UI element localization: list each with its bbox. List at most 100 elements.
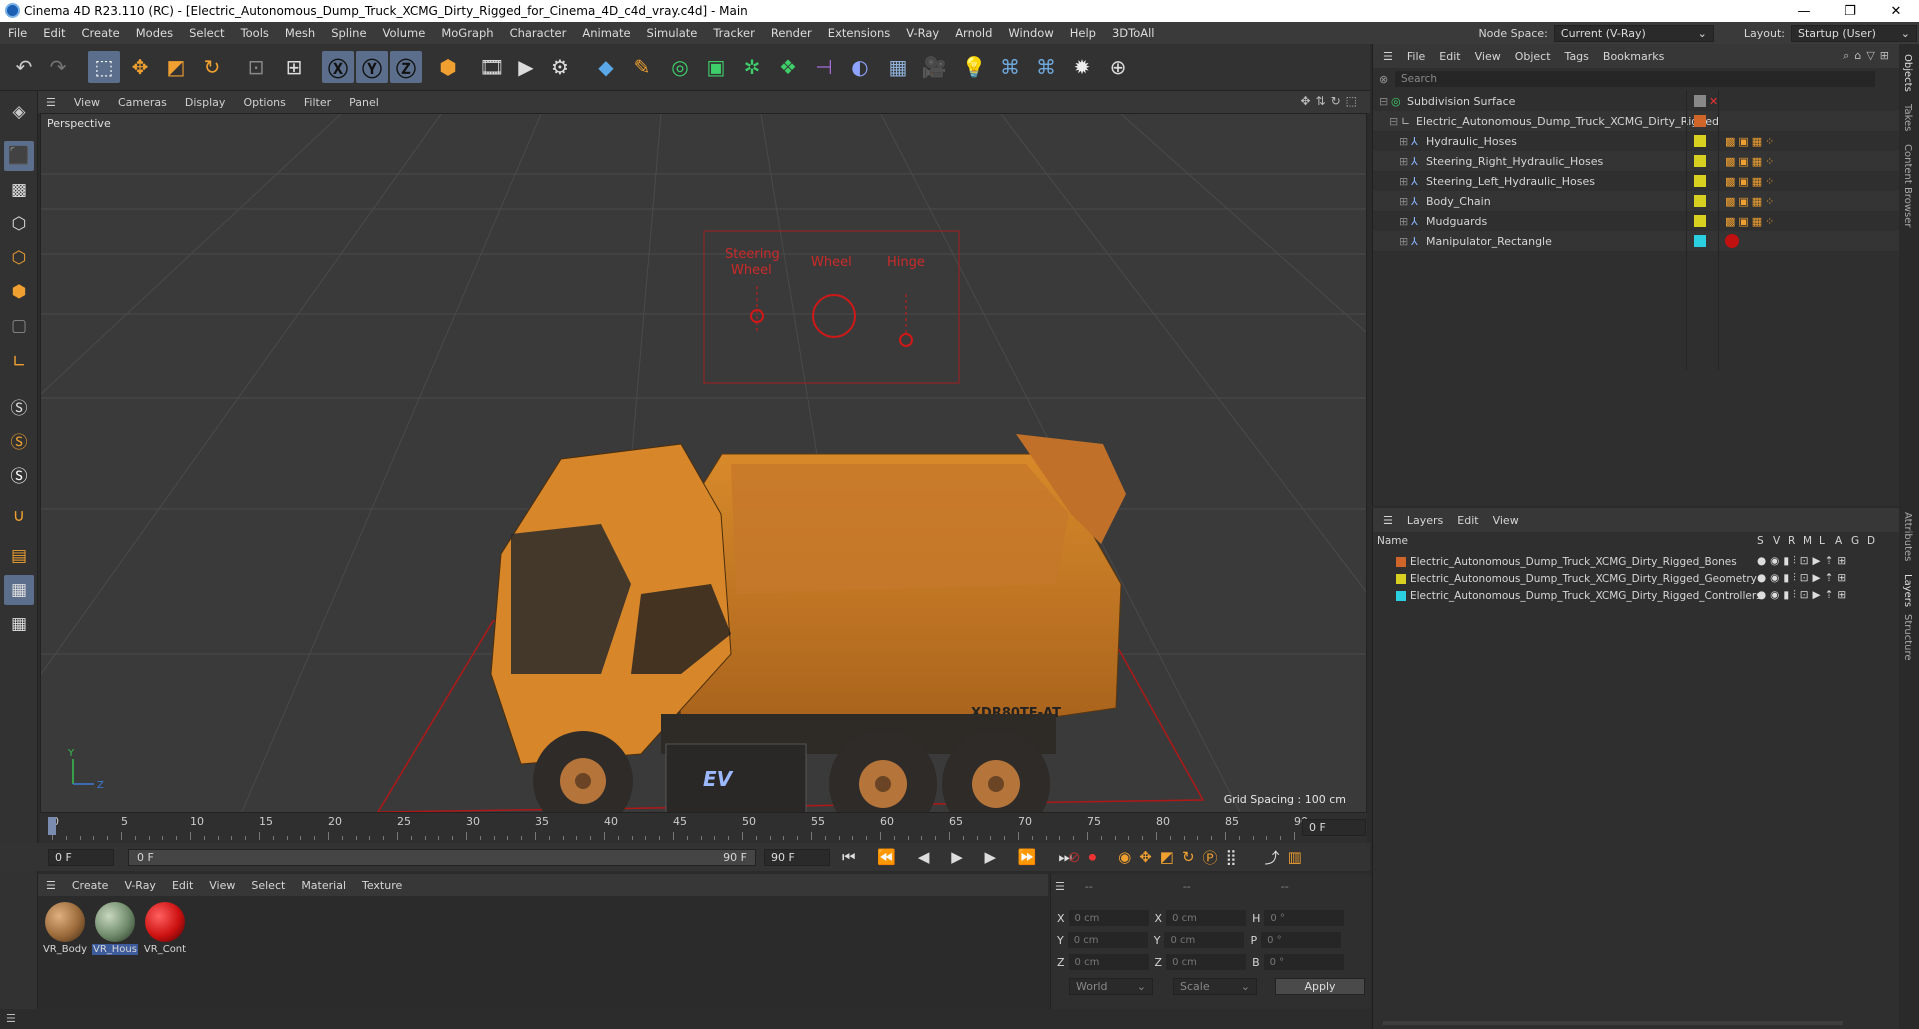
scale-tool-icon[interactable]: ◩ <box>160 51 192 83</box>
layer-color-swatch[interactable] <box>1396 590 1406 601</box>
tag-icons[interactable]: ▩▣▦⁘ <box>1725 155 1777 168</box>
tab-content-browser[interactable]: Content Browser <box>1902 144 1913 227</box>
key-parameter-icon[interactable]: Ⓟ <box>1203 847 1218 868</box>
expand-icon[interactable]: ⊟ <box>1389 115 1398 128</box>
model-mode-icon[interactable]: ⬛ <box>4 141 34 171</box>
snap-icon[interactable]: Ⓢ <box>4 391 34 421</box>
light-icon[interactable]: 💡 <box>958 51 990 83</box>
material-menu-vray[interactable]: V-Ray <box>116 879 164 892</box>
object-menu-bookmarks[interactable]: Bookmarks <box>1596 50 1671 63</box>
snap-settings-icon[interactable]: Ⓢ <box>4 425 34 455</box>
layer-menu-layers[interactable]: Layers <box>1400 514 1450 527</box>
menu-mograph[interactable]: MoGraph <box>433 26 501 40</box>
layer-toggle-icons[interactable]: ●◉▮⫶⊡▶⇡⊞ <box>1757 572 1850 585</box>
layer-color-swatch[interactable] <box>1396 556 1406 567</box>
expand-icon[interactable]: ⊞ <box>1399 195 1408 208</box>
floor-icon[interactable]: ▦ <box>882 51 914 83</box>
menu-file[interactable]: File <box>0 26 35 40</box>
tab-layers[interactable]: Layers <box>1902 574 1913 607</box>
hamburger-icon[interactable]: ☰ <box>1055 880 1065 893</box>
apply-button[interactable]: Apply <box>1275 978 1365 995</box>
node-space-dropdown[interactable]: Current (V-Ray) ⌄ <box>1553 24 1714 42</box>
record-active-icon[interactable]: ⊘ <box>1068 848 1081 866</box>
points-mode-icon[interactable]: ⬡ <box>4 209 34 239</box>
viewport-navigation-icons[interactable]: ✥⇅↻⬚ <box>1300 94 1362 108</box>
minimize-button[interactable]: — <box>1781 0 1827 22</box>
tag-icons[interactable]: ▩▣▦⁘ <box>1725 175 1777 188</box>
layer-flag-solo[interactable]: S <box>1757 535 1764 547</box>
world-coordinates-icon[interactable]: ⬢ <box>432 51 464 83</box>
material-menu-select[interactable]: Select <box>243 879 293 892</box>
menu-character[interactable]: Character <box>502 26 575 40</box>
menu-render[interactable]: Render <box>763 26 820 40</box>
tag-icons[interactable]: ▩▣▦⁘ <box>1725 135 1777 148</box>
rotation-p-field[interactable]: 0 ° <box>1261 932 1342 948</box>
render-region-icon[interactable]: 🎞 <box>476 51 508 83</box>
edges-mode-icon[interactable]: ⬡ <box>4 243 34 273</box>
magnet-tool-icon[interactable]: ∪ <box>4 501 34 531</box>
tab-attributes[interactable]: Attributes <box>1902 512 1913 561</box>
render-settings-icon[interactable]: ⚙ <box>544 51 576 83</box>
layer-flag-locked[interactable]: L <box>1819 535 1825 547</box>
layer-row[interactable]: Electric_Autonomous_Dump_Truck_XCMG_Dirt… <box>1373 587 1900 604</box>
close-button[interactable]: ✕ <box>1873 0 1919 22</box>
layer-color-swatch[interactable] <box>1694 215 1706 227</box>
layer-color-swatch[interactable] <box>1694 155 1706 167</box>
object-menu-file[interactable]: File <box>1400 50 1432 63</box>
layer-color-swatch[interactable] <box>1694 235 1706 247</box>
material-menu-create[interactable]: Create <box>64 879 117 892</box>
material-swatch[interactable]: VR_Body <box>42 902 88 955</box>
hamburger-icon[interactable]: ☰ <box>1373 514 1400 527</box>
layout-dropdown[interactable]: Startup (User) ⌄ <box>1791 24 1917 42</box>
material-menu-edit[interactable]: Edit <box>164 879 201 892</box>
menu-vray[interactable]: V-Ray <box>898 26 947 40</box>
workplane-icon[interactable]: ▤ <box>4 541 34 571</box>
maximize-button[interactable]: ❐ <box>1827 0 1873 22</box>
menu-spline[interactable]: Spline <box>323 26 374 40</box>
current-frame-field[interactable]: 0 F <box>1302 819 1366 836</box>
layer-color-swatch[interactable] <box>1396 573 1406 584</box>
coordinate-system-icon[interactable]: ⊞ <box>278 51 310 83</box>
object-menu-tags[interactable]: Tags <box>1558 50 1596 63</box>
pen-spline-icon[interactable]: ✎ <box>626 51 658 83</box>
planar-workplane-icon[interactable]: ▦ <box>4 609 34 639</box>
position-y-field[interactable]: 0 cm <box>1067 932 1148 948</box>
autokey-icon[interactable]: ⏺ <box>1089 848 1097 866</box>
layer-color-swatch[interactable] <box>1694 135 1706 147</box>
field-icon[interactable]: ◐ <box>844 51 876 83</box>
next-key-icon[interactable]: ⏩ <box>1018 848 1037 866</box>
start-frame-field[interactable]: 0 F <box>48 849 114 866</box>
subdivision-surface-icon[interactable]: ◎ <box>664 51 696 83</box>
z-axis-lock-icon[interactable]: Ⓩ <box>390 51 422 83</box>
layer-flag-animation[interactable]: A <box>1835 535 1842 547</box>
previous-frame-icon[interactable]: ◀ <box>918 848 930 866</box>
undo-icon[interactable]: ↶ <box>8 51 40 83</box>
locked-workplane-icon[interactable]: ▦ <box>4 575 34 605</box>
y-axis-lock-icon[interactable]: Ⓨ <box>356 51 388 83</box>
material-menu-material[interactable]: Material <box>293 879 354 892</box>
expand-icon[interactable]: ⊞ <box>1399 135 1408 148</box>
menu-modes[interactable]: Modes <box>128 26 181 40</box>
object-manager-tool-icons[interactable]: ⌕⌂▽⊞ <box>1843 49 1894 63</box>
size-mode-dropdown[interactable]: Scale ⌄ <box>1173 978 1257 995</box>
hamburger-icon[interactable]: ☰ <box>1373 50 1400 63</box>
layer-toggle-icons[interactable]: ●◉▮⫶⊡▶⇡⊞ <box>1757 589 1850 602</box>
rotation-h-field[interactable]: 0 ° <box>1264 910 1345 926</box>
object-menu-edit[interactable]: Edit <box>1432 50 1467 63</box>
object-row[interactable]: ⊟ ◎ Subdivision Surface ✕ <box>1373 91 1900 111</box>
perspective-viewport[interactable]: Steering Wheel Wheel Hinge XDR80TE-AT EV <box>40 113 1367 813</box>
expand-icon[interactable]: ⊞ <box>1399 155 1408 168</box>
expand-icon[interactable]: ⊞ <box>1399 215 1408 228</box>
object-row[interactable]: ⊞ ⅄ Body_Chain ▩▣▦⁘ <box>1373 191 1900 211</box>
object-row[interactable]: ⊟ ∟ Electric_Autonomous_Dump_Truck_XCMG_… <box>1373 111 1900 131</box>
layer-flag-deformers[interactable]: D <box>1867 535 1875 547</box>
layer-flag-generators[interactable]: G <box>1851 535 1859 547</box>
redo-icon[interactable]: ↷ <box>42 51 74 83</box>
python-script-icon[interactable]: ⌘ <box>994 51 1026 83</box>
bend-deformer-icon[interactable]: ⊣ <box>808 51 840 83</box>
layer-flag-manager[interactable]: M <box>1803 535 1812 547</box>
keyframe-selection-icon[interactable]: ◉ <box>1118 848 1131 866</box>
menu-simulate[interactable]: Simulate <box>639 26 706 40</box>
object-row[interactable]: ⊞ ⅄ Hydraulic_Hoses ▩▣▦⁘ <box>1373 131 1900 151</box>
material-menu-texture[interactable]: Texture <box>354 879 410 892</box>
